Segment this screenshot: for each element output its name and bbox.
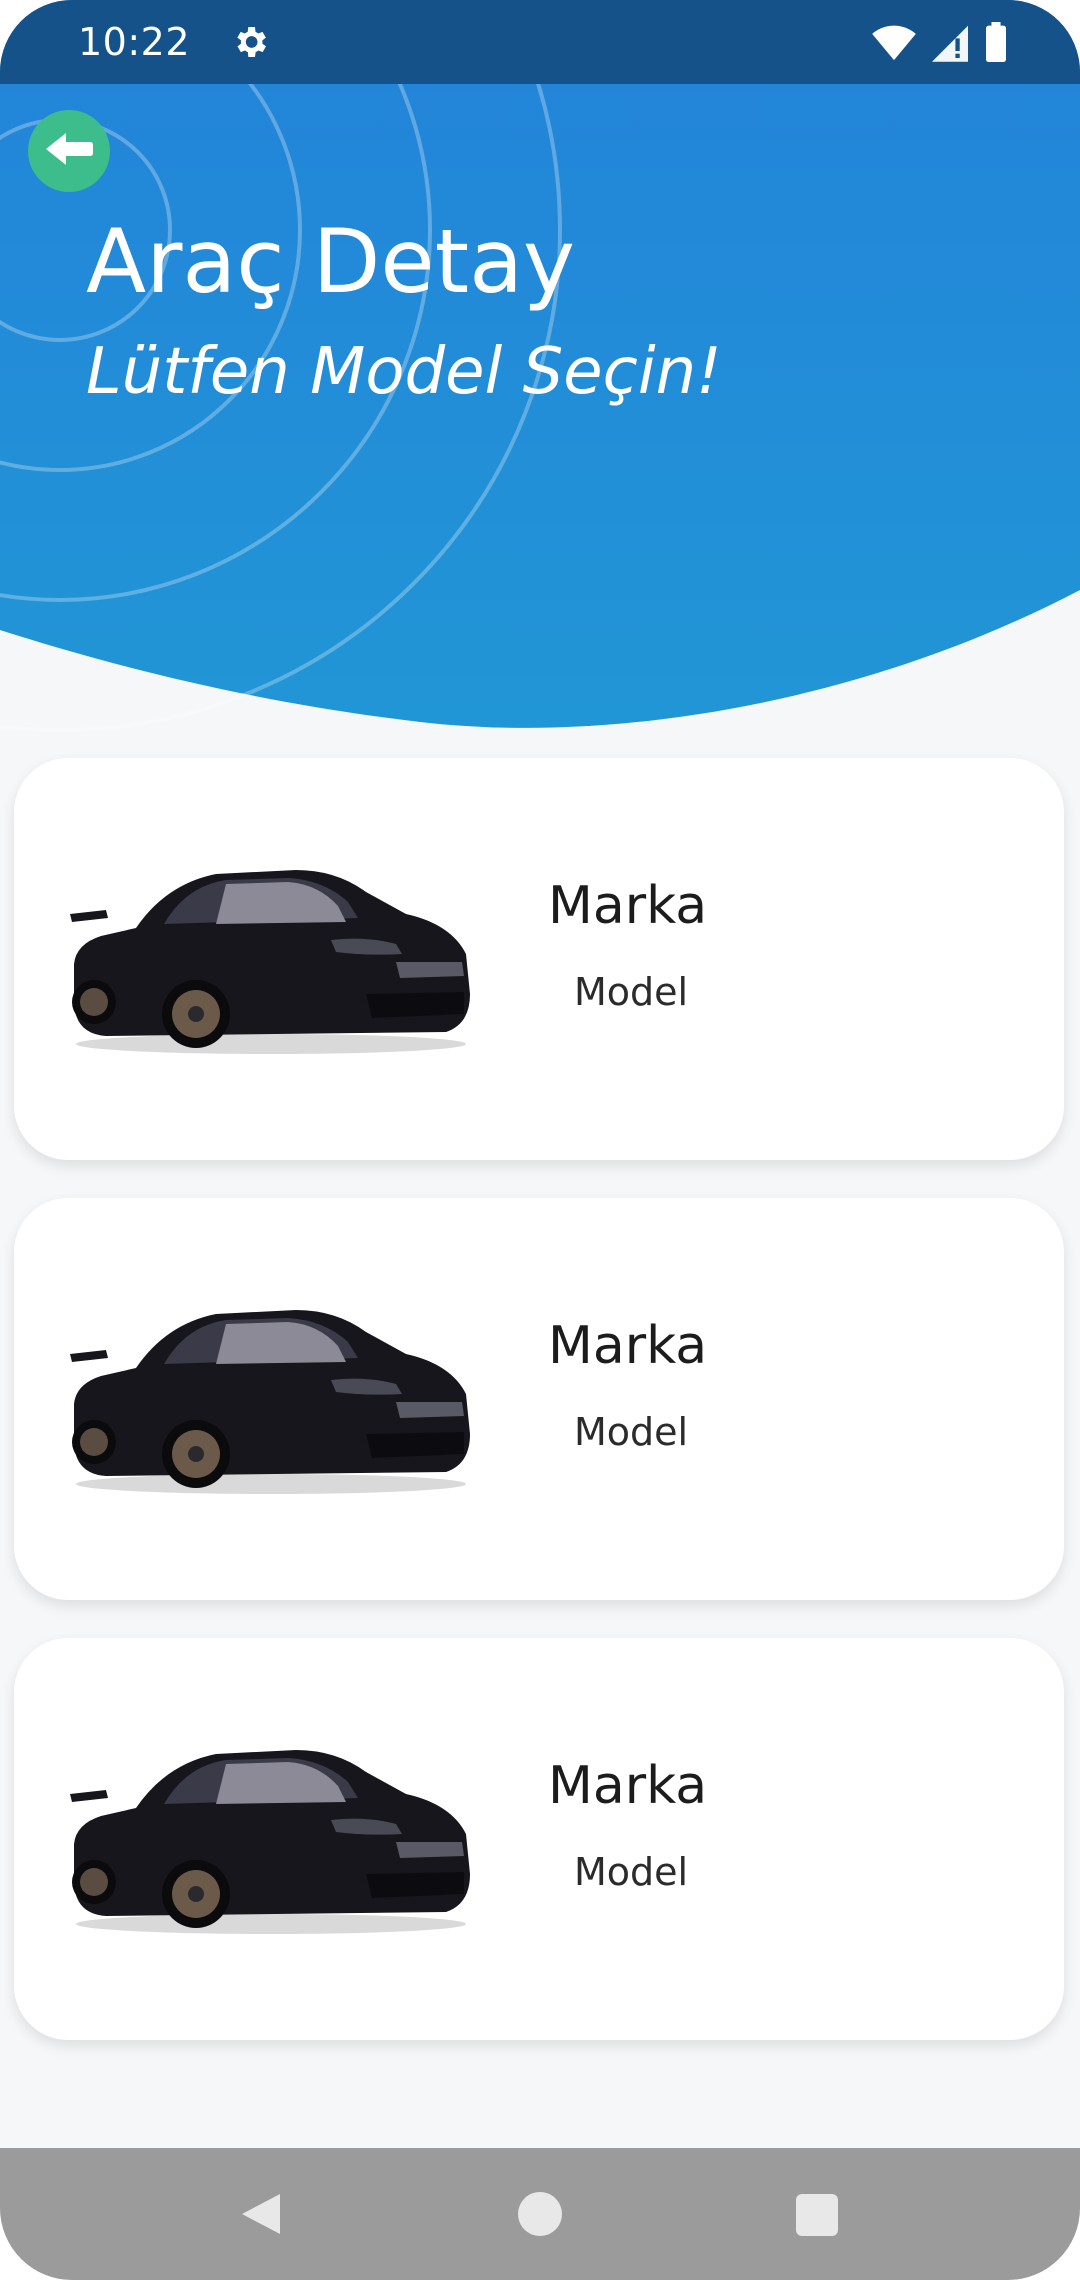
back-button[interactable] (28, 110, 110, 192)
car-image (70, 1750, 470, 1934)
status-bar: 10:22 (0, 0, 1080, 84)
car-model: Model (574, 1410, 689, 1454)
gear-icon (230, 22, 270, 62)
car-image (70, 1310, 470, 1494)
page-title: Araç Detay (86, 210, 576, 313)
wifi-icon (872, 22, 916, 66)
car-image (70, 870, 470, 1054)
battery-icon (984, 22, 1008, 66)
car-model: Model (574, 970, 689, 1014)
arrow-left-icon (44, 129, 94, 173)
car-card[interactable]: Marka Model (14, 1638, 1064, 2040)
car-model: Model (574, 1850, 689, 1894)
navigation-bar (0, 2148, 1080, 2280)
car-brand: Marka (548, 1316, 708, 1376)
signal-icon (932, 22, 968, 66)
car-brand: Marka (548, 876, 708, 936)
app-screen: 10:22 Araç Detay Lütfen Model Seçin! Mar… (0, 0, 1080, 2280)
car-card[interactable]: Marka Model (14, 1198, 1064, 1600)
car-card[interactable]: Marka Model (14, 758, 1064, 1160)
status-icons (872, 22, 1008, 66)
status-time: 10:22 (78, 20, 191, 64)
car-brand: Marka (548, 1756, 708, 1816)
nav-back-icon[interactable] (240, 2192, 284, 2236)
nav-recents-icon[interactable] (796, 2194, 838, 2236)
nav-home-icon[interactable] (518, 2192, 562, 2236)
page-subtitle: Lütfen Model Seçin! (86, 335, 722, 409)
